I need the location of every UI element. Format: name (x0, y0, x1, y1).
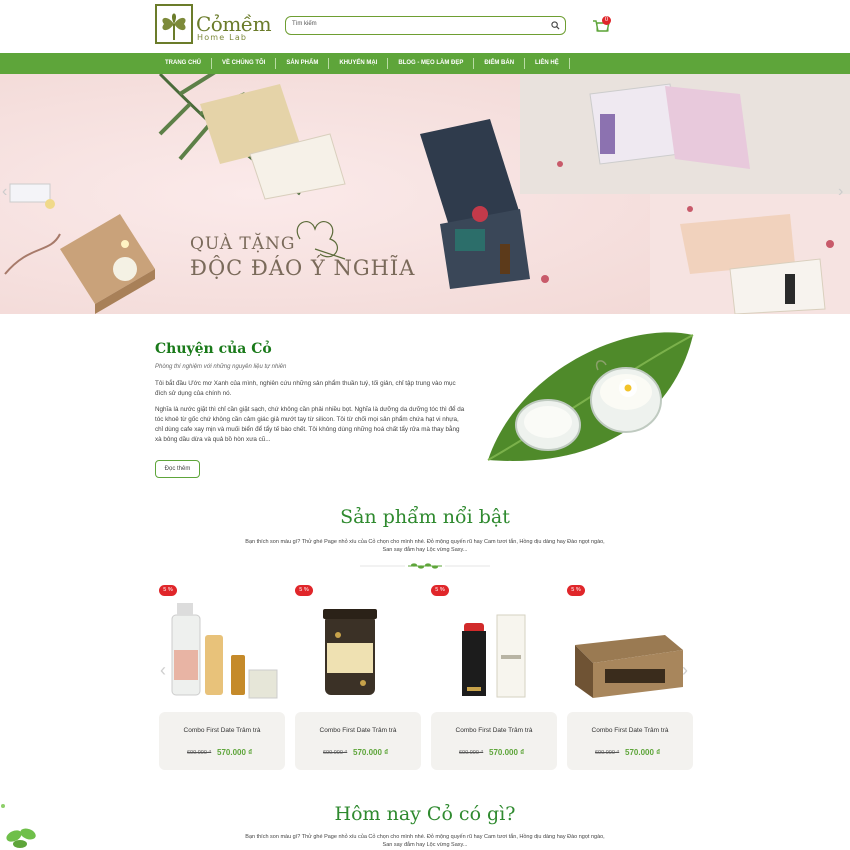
story-subtitle: Phòng thí nghiệm với những nguyên liệu t… (155, 364, 287, 370)
leaf-divider-icon (360, 563, 490, 569)
product-image (575, 635, 683, 698)
site-logo[interactable]: Cỏmềm Home Lab (155, 4, 272, 46)
product-card[interactable]: 5 % Combo First Date Trâm trà 600.000 ₫ … (429, 580, 557, 770)
story-jar-image (487, 332, 694, 461)
product-image (323, 609, 377, 695)
cart-count-badge: 0 (602, 16, 611, 25)
logo-subtitle: Home Lab (197, 33, 248, 42)
product-price: 570.000 ₫ (217, 748, 253, 757)
product-card[interactable]: 5 % Combo First Date Trâm trà 600.000 ₫ … (157, 580, 285, 770)
search-input[interactable]: Tìm kiếm (285, 16, 566, 35)
product-image (171, 603, 278, 699)
search-icon[interactable] (551, 21, 560, 30)
product-price: 570.000 ₫ (625, 748, 661, 757)
nav-item-home[interactable]: Trang chủ (155, 58, 212, 69)
product-name[interactable]: Combo First Date Trâm trà (431, 727, 557, 734)
chevron-left-icon[interactable]: ‹ (2, 182, 12, 202)
nav-item-promotions[interactable]: Khuyến mại (329, 58, 389, 69)
today-title: Hôm nay Cỏ có gì? (334, 803, 516, 825)
story-paragraph-2: Nghĩa là nước giặt thì chỉ cần giặt sạch… (155, 406, 465, 443)
product-old-price: 600.000 ₫ (187, 750, 212, 756)
banner-line1: QUÀ TẶNG (190, 234, 296, 254)
nav-item-blog[interactable]: Blog - Mẹo làm đẹp (388, 58, 475, 69)
featured-subtitle: Bạn thích son màu gì? Thử ghé Page nhỏ x… (245, 539, 605, 553)
banner-line2: ĐỘC ĐÁO Ý NGHĨA (190, 256, 416, 280)
product-name[interactable]: Combo First Date Trâm trà (295, 727, 421, 734)
product-name[interactable]: Combo First Date Trâm trà (159, 727, 285, 734)
product-info: Combo First Date Trâm trà 600.000 ₫ 570.… (295, 712, 421, 770)
search-placeholder: Tìm kiếm (292, 21, 317, 27)
product-price: 570.000 ₫ (489, 748, 525, 757)
featured-title: Sản phẩm nổi bật (340, 506, 510, 528)
product-name[interactable]: Combo First Date Trâm trà (567, 727, 693, 734)
product-old-price: 600.000 ₫ (459, 750, 484, 756)
clover-leaf-decoration-icon (1, 804, 36, 848)
chevron-right-icon[interactable]: › (838, 182, 848, 202)
nav-item-products[interactable]: Sản phẩm (276, 58, 330, 69)
banner-headline: QUÀ TẶNG ĐỘC ĐÁO Ý NGHĨA (190, 234, 415, 280)
product-image (462, 614, 526, 698)
nav-item-stores[interactable]: Điểm bán (474, 58, 526, 69)
product-old-price: 600.000 ₫ (323, 750, 348, 756)
nav-item-about[interactable]: Về chúng tôi (212, 58, 277, 69)
product-card[interactable]: 5 % Combo First Date Trâm trà 600.000 ₫ … (293, 580, 421, 770)
product-price: 570.000 ₫ (353, 748, 389, 757)
hero-banner[interactable]: ‹ › QUÀ TẶNG ĐỘC ĐÁO Ý NGHĨA (0, 74, 850, 314)
story-title: Chuyện của Cỏ (155, 341, 272, 357)
clover-logo-icon (155, 4, 193, 44)
hero-banner-image (0, 74, 850, 314)
product-card[interactable]: 5 % Combo First Date Trâm trà 600.000 ₫ … (565, 580, 693, 770)
product-carousel: 5 % Combo First Date Trâm trà 600.000 ₫ … (157, 580, 697, 772)
product-info: Combo First Date Trâm trà 600.000 ₫ 570.… (159, 712, 285, 770)
read-more-button[interactable]: Đọc thêm (155, 460, 200, 478)
story-paragraph-1: Tôi bắt đầu Ước mơ Xanh của mình, nghiên… (155, 380, 456, 397)
product-old-price: 600.000 ₫ (595, 750, 620, 756)
today-subtitle: Bạn thích son màu gì? Thử ghé Page nhỏ x… (245, 834, 605, 848)
product-info: Combo First Date Trâm trà 600.000 ₫ 570.… (567, 712, 693, 770)
site-header: Cỏmềm Home Lab Tìm kiếm 0 (0, 0, 850, 53)
product-info: Combo First Date Trâm trà 600.000 ₫ 570.… (431, 712, 557, 770)
nav-item-contact[interactable]: Liên hệ (525, 58, 570, 69)
main-nav: Trang chủ Về chúng tôi Sản phẩm Khuyến m… (0, 53, 850, 74)
